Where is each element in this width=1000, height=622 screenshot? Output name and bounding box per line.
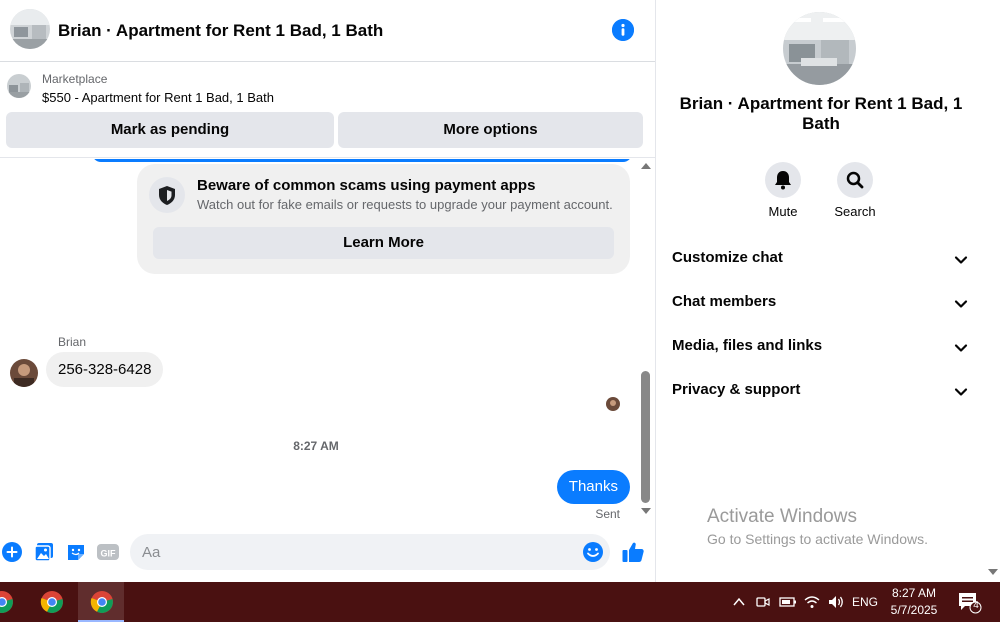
section-chat-members[interactable]: Chat members	[672, 293, 972, 317]
info-avatar[interactable]	[783, 12, 856, 85]
activate-windows-watermark: Activate Windows Go to Settings to activ…	[707, 506, 928, 547]
chrome-icon	[90, 591, 113, 613]
photo-icon[interactable]	[34, 542, 54, 562]
notification-count: 4	[973, 600, 979, 611]
wifi-icon[interactable]	[803, 594, 821, 610]
section-customize-chat[interactable]: Customize chat	[672, 249, 972, 273]
notification-center-icon[interactable]: 4	[956, 590, 982, 614]
battery-icon[interactable]	[779, 596, 797, 608]
gif-icon[interactable]: GIF	[97, 542, 119, 562]
shield-icon	[149, 177, 185, 213]
outgoing-message[interactable]: Thanks	[556, 470, 630, 504]
sender-name: Brian	[58, 335, 87, 349]
message-status: Sent	[595, 507, 620, 521]
conversation-pane: Brian · Apartment for Rent 1 Bad, 1 Bath…	[0, 0, 656, 582]
search-label: Search	[834, 204, 876, 219]
learn-more-button[interactable]: Learn More	[153, 227, 614, 259]
section-label: Privacy & support	[672, 381, 801, 398]
chrome-icon	[40, 591, 63, 613]
section-label: Customize chat	[672, 249, 783, 266]
message-input-wrapper	[130, 534, 610, 570]
message-list: Beware of common scams using payment app…	[0, 159, 640, 524]
info-title: Brian · Apartment for Rent 1 Bad, 1 Bath	[679, 94, 963, 133]
thumbs-up-icon[interactable]	[621, 540, 645, 564]
message-scrollbar[interactable]	[640, 159, 652, 521]
chrome-icon	[0, 591, 13, 613]
taskbar-chrome-app[interactable]	[0, 582, 24, 622]
panel-scroll-down-icon[interactable]	[988, 569, 998, 575]
message-timestamp: 8:27 AM	[293, 439, 339, 453]
chat-title[interactable]: Brian · Apartment for Rent 1 Bad, 1 Bath	[58, 21, 383, 41]
search-action[interactable]: Search	[819, 162, 891, 219]
svg-text:GIF: GIF	[101, 549, 117, 559]
bell-icon[interactable]	[765, 162, 801, 198]
system-clock[interactable]: 8:27 AM 5/7/2025	[884, 585, 944, 619]
section-privacy-support[interactable]: Privacy & support	[672, 381, 972, 405]
read-receipt-avatar	[606, 397, 620, 411]
marketplace-banner: Marketplace $550 - Apartment for Rent 1 …	[0, 62, 655, 158]
chat-avatar[interactable]	[10, 9, 50, 49]
language-indicator[interactable]: ENG	[852, 595, 878, 609]
scroll-up-icon[interactable]	[641, 163, 651, 169]
chevron-down-icon	[954, 344, 968, 352]
sticker-icon[interactable]	[66, 542, 86, 562]
chevron-down-icon	[954, 388, 968, 396]
chevron-up-icon[interactable]	[732, 596, 746, 608]
section-label: Media, files and links	[672, 337, 823, 354]
taskbar-chrome-app[interactable]	[28, 582, 74, 622]
scam-warning-subtitle: Watch out for fake emails or requests to…	[197, 197, 613, 212]
windows-taskbar: ENG 8:27 AM 5/7/2025 4	[0, 582, 1000, 622]
info-icon[interactable]	[612, 19, 634, 41]
clock-time: 8:27 AM	[891, 586, 937, 600]
watermark-subtitle: Go to Settings to activate Windows.	[707, 531, 928, 547]
outgoing-bubble-edge	[92, 159, 632, 162]
chevron-down-icon	[954, 300, 968, 308]
messenger-app: Brian · Apartment for Rent 1 Bad, 1 Bath…	[0, 0, 1000, 582]
chat-header: Brian · Apartment for Rent 1 Bad, 1 Bath	[0, 0, 655, 62]
mark-as-pending-button[interactable]: Mark as pending	[6, 112, 334, 148]
section-label: Chat members	[672, 293, 777, 310]
listing-thumbnail[interactable]	[7, 74, 31, 98]
scrollbar-thumb[interactable]	[641, 371, 650, 503]
mute-action[interactable]: Mute	[747, 162, 819, 219]
taskbar-chrome-app-active[interactable]	[78, 582, 124, 622]
incoming-message[interactable]: 256-328-6428	[46, 352, 164, 387]
sender-avatar[interactable]	[10, 359, 38, 387]
listing-title[interactable]: $550 - Apartment for Rent 1 Bad, 1 Bath	[42, 90, 274, 105]
section-media-files-links[interactable]: Media, files and links	[672, 337, 972, 361]
plus-icon[interactable]	[2, 542, 22, 562]
emoji-icon[interactable]	[582, 541, 604, 563]
clock-date: 5/7/2025	[890, 603, 938, 617]
more-options-button[interactable]: More options	[338, 112, 643, 148]
scam-warning-card: Beware of common scams using payment app…	[137, 164, 630, 274]
volume-icon[interactable]	[827, 594, 845, 610]
scam-warning-title: Beware of common scams using payment app…	[197, 177, 536, 194]
chat-info-panel: Brian · Apartment for Rent 1 Bad, 1 Bath…	[656, 0, 988, 582]
marketplace-label: Marketplace	[42, 72, 108, 86]
chevron-down-icon	[954, 256, 968, 264]
message-input[interactable]	[142, 534, 572, 570]
message-composer: GIF	[0, 530, 655, 574]
search-icon[interactable]	[837, 162, 873, 198]
meet-now-icon[interactable]	[755, 594, 771, 610]
scroll-down-icon[interactable]	[641, 508, 651, 514]
watermark-title: Activate Windows	[707, 506, 857, 527]
mute-label: Mute	[768, 204, 798, 219]
